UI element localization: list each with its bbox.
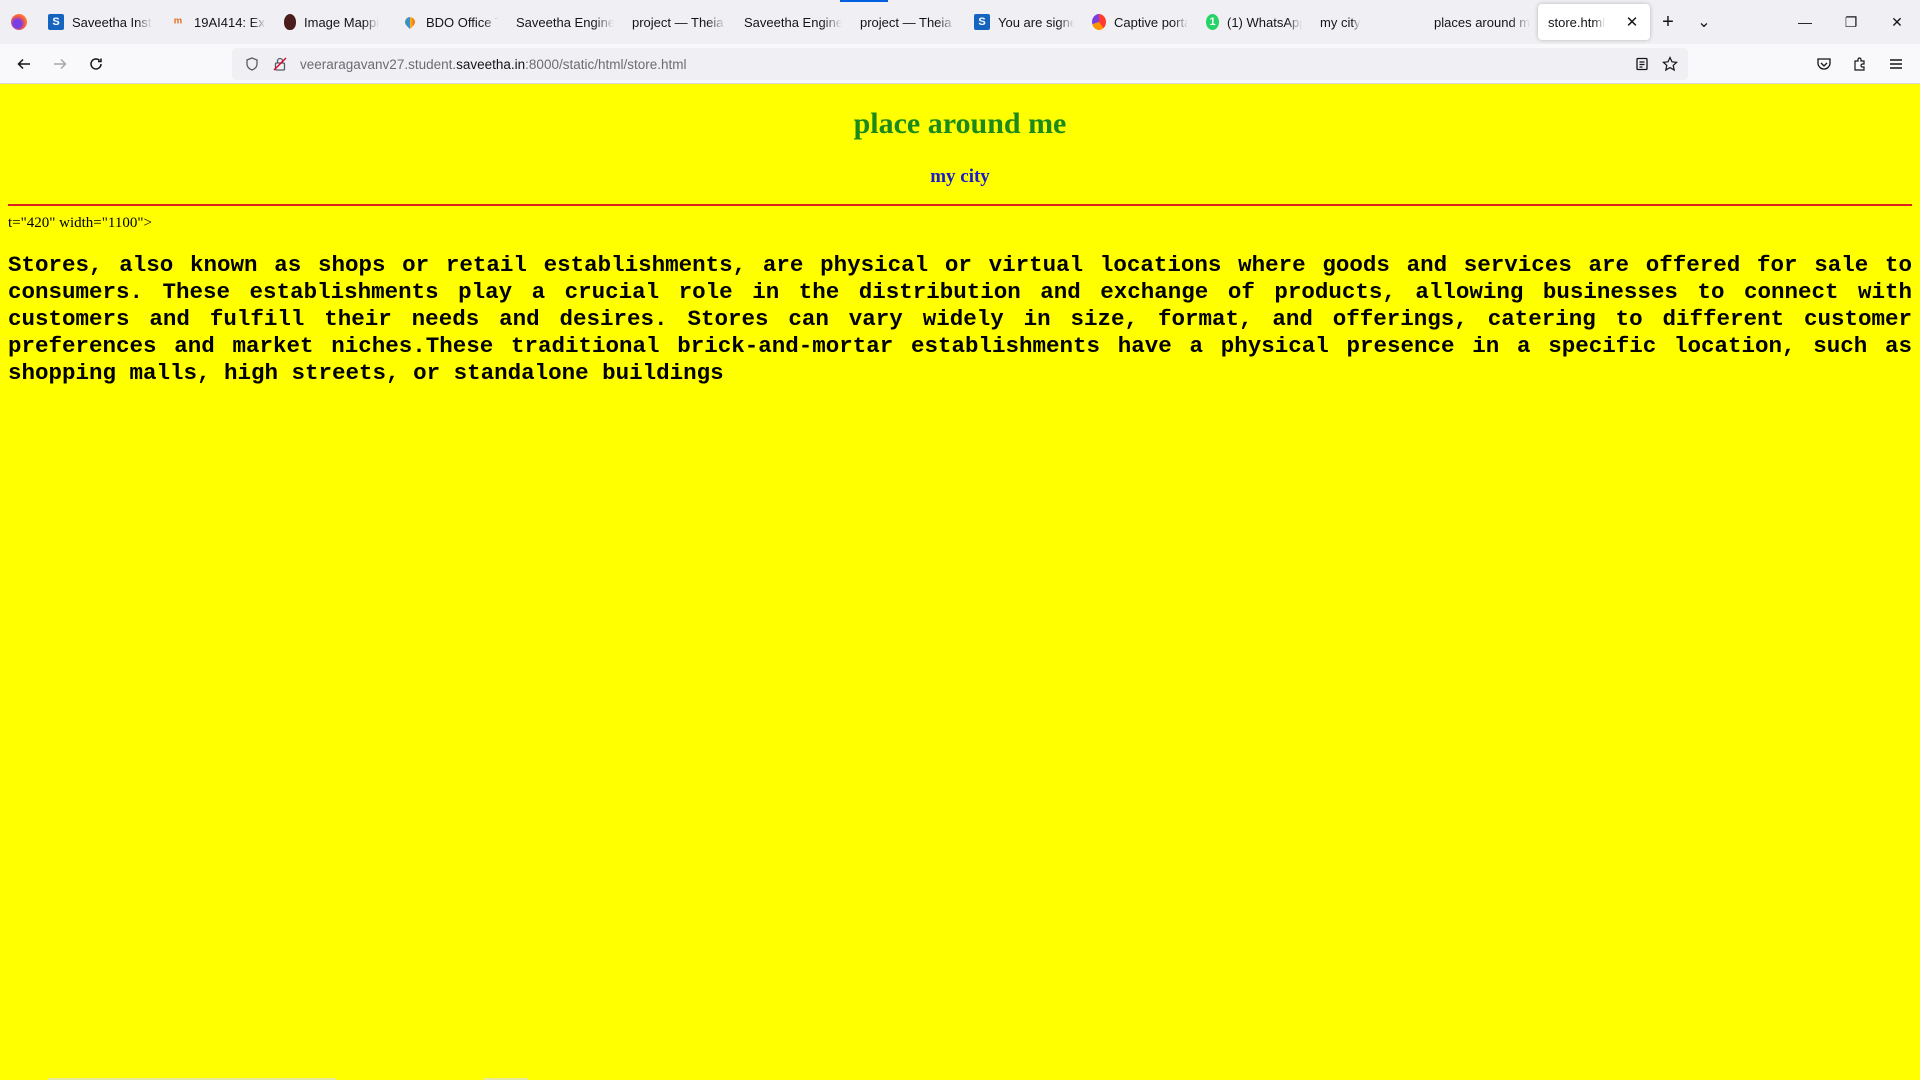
tab-title: Saveetha Enginee	[744, 14, 842, 30]
m-logo-icon: ᵐ	[174, 14, 182, 30]
hamburger-menu-icon	[1890, 59, 1902, 69]
tab-11[interactable]: my city	[1310, 4, 1424, 40]
plus-icon: +	[1662, 10, 1674, 33]
tab-2[interactable]: Image Mappi	[274, 4, 392, 40]
back-button[interactable]	[6, 48, 42, 80]
url-prefix: veeraragavanv27.student.	[300, 56, 457, 72]
puzzle-piece-icon	[1854, 57, 1865, 71]
tab-13[interactable]: store.html ✕	[1538, 4, 1650, 40]
tab-title: Captive porta	[1114, 14, 1188, 30]
back-arrow-icon	[17, 58, 30, 69]
reader-view-icon[interactable]	[1628, 48, 1656, 80]
restore-button[interactable]: ❐	[1828, 0, 1874, 44]
url-bar[interactable]: veeraragavanv27.student.saveetha.in:8000…	[232, 48, 1688, 80]
close-window-button[interactable]: ✕	[1874, 0, 1920, 44]
whatsapp-icon: 1	[1206, 14, 1219, 30]
tab-title: Saveetha Insti	[72, 14, 152, 30]
minimize-icon: —	[1798, 14, 1812, 30]
stray-markup-text: t="420" width="1100">	[8, 215, 152, 231]
tab-title: Saveetha Enginee	[516, 14, 614, 30]
page-subtitle: my city	[930, 166, 990, 187]
tab-title: store.html	[1548, 14, 1606, 30]
reload-icon	[90, 57, 102, 70]
page-title: place around me	[853, 107, 1067, 140]
url-bar-actions	[1628, 48, 1684, 80]
insecure-lock-icon[interactable]	[266, 48, 294, 80]
chevron-down-icon: ⌄	[1697, 14, 1711, 31]
forward-arrow-icon	[54, 58, 67, 69]
saveetha-s-icon: S	[974, 14, 990, 30]
tab-title: BDO Office Ti	[426, 14, 498, 30]
forward-button[interactable]	[42, 48, 78, 80]
tab-strip: S Saveetha Insti ᵐ 19AI414: Ex04 Image Mappi…	[0, 0, 1920, 44]
tab-6[interactable]: Saveetha Enginee	[734, 4, 850, 40]
tab-title: places around me	[1434, 14, 1530, 30]
extensions-button[interactable]	[1842, 48, 1878, 80]
tab-list: S Saveetha Insti ᵐ 19AI414: Ex04 Image Mappi…	[38, 0, 1650, 44]
new-tab-button[interactable]: +	[1650, 4, 1686, 40]
tab-8[interactable]: S You are signe	[964, 4, 1082, 40]
tab-1[interactable]: ᵐ 19AI414: Ex04	[160, 4, 274, 40]
shield-icon	[284, 14, 296, 30]
close-tab-icon[interactable]: ✕	[1622, 12, 1642, 32]
tab-4[interactable]: Saveetha Enginee	[506, 4, 622, 40]
tab-5[interactable]: project — Theia N	[622, 4, 734, 40]
tab-10[interactable]: 1 (1) WhatsApp	[1196, 4, 1310, 40]
app-menu-button[interactable]	[1878, 48, 1914, 80]
restore-icon: ❐	[1844, 13, 1858, 30]
tracking-protection-icon[interactable]	[238, 48, 266, 80]
bookmark-star-icon[interactable]	[1656, 48, 1684, 80]
url-path: :8000/static/html/store.html	[525, 56, 687, 72]
red-divider	[8, 204, 1912, 206]
tab-title: project — Theia N	[860, 14, 956, 30]
pocket-button[interactable]	[1806, 48, 1842, 80]
map-pin-icon	[402, 14, 418, 30]
toolbar-right	[1806, 44, 1920, 84]
saveetha-s-icon: S	[48, 14, 64, 30]
tab-3[interactable]: BDO Office Ti	[392, 4, 506, 40]
list-all-tabs-button[interactable]: ⌄	[1686, 4, 1722, 40]
tab-title: project — Theia N	[632, 14, 726, 30]
window-controls: — ❐ ✕	[1782, 0, 1920, 44]
url-host: saveetha.in	[456, 56, 526, 72]
tab-9[interactable]: Captive porta	[1082, 4, 1196, 40]
captive-portal-icon	[1092, 14, 1106, 30]
firefox-logo-icon	[11, 14, 27, 30]
tab-title: my city	[1320, 14, 1361, 30]
firefox-view-button[interactable]	[0, 0, 38, 44]
tab-title: 19AI414: Ex04	[194, 14, 266, 30]
web-page: place around me my city t="420" width="1…	[0, 84, 1920, 1080]
tab-0[interactable]: S Saveetha Insti	[38, 4, 160, 40]
reload-button[interactable]	[78, 48, 114, 80]
tab-12[interactable]: places around me	[1424, 4, 1538, 40]
minimize-button[interactable]: —	[1782, 0, 1828, 44]
tab-title: You are signe	[998, 14, 1074, 30]
tab-title: Image Mappi	[304, 14, 380, 30]
url-text[interactable]: veeraragavanv27.student.saveetha.in:8000…	[300, 57, 687, 72]
stores-paragraph: Stores, also known as shops or retail es…	[8, 252, 1912, 386]
pocket-icon	[1817, 58, 1831, 70]
close-icon: ✕	[1891, 13, 1903, 30]
tab-7[interactable]: project — Theia N	[850, 4, 964, 40]
tab-loading-indicator	[840, 0, 888, 2]
tab-title: (1) WhatsApp	[1227, 14, 1302, 30]
navigation-toolbar: veeraragavanv27.student.saveetha.in:8000…	[0, 44, 1920, 84]
